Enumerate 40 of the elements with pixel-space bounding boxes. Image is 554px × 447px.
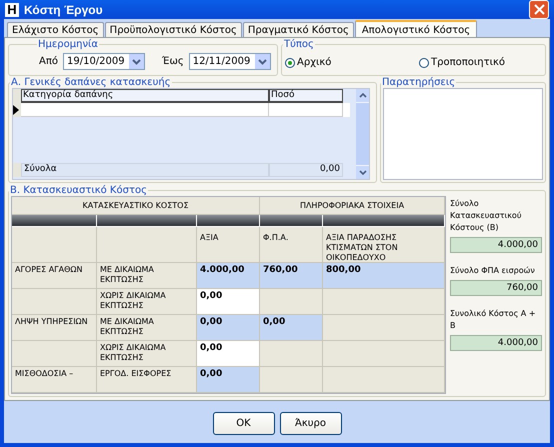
tab[interactable]: Ελάχιστο Κόστος (7, 22, 104, 38)
from-label: Από (39, 56, 58, 68)
to-label: Έως (162, 56, 184, 68)
date-picker[interactable]: 19/10/2009 (62, 53, 145, 70)
category-cell: ΜΙΣΘΟΔΟΣΙΑ – (12, 367, 97, 394)
group-title: Α. Γενικές δαπάνες κατασκευής (10, 77, 172, 88)
date-picker[interactable]: 12/11/2009 (188, 53, 271, 70)
group-title: Παρατηρήσεις (381, 77, 456, 88)
column-header[interactable]: Κατηγορία δαπάνης (21, 89, 269, 104)
dialog-button[interactable]: OK (212, 412, 274, 436)
summary-label: Σύνολο ΦΠΑ εισροών (450, 265, 536, 278)
tab[interactable]: Πραγματικό Κόστος (242, 22, 354, 38)
totals-value: 0,00 (269, 163, 343, 178)
dialog-button[interactable]: Άκυρο (280, 412, 342, 436)
value-field[interactable]: 0,00 (197, 341, 260, 368)
group-title: Β. Κατασκευαστικό Κόστος (9, 185, 148, 196)
window-title: Κόστη Έργου (24, 2, 104, 17)
summary-value: 4.000,00 (450, 237, 542, 254)
app-icon: H (5, 2, 19, 17)
value-cell: 0,00 (197, 315, 260, 342)
summary-label: Συνολικό Κόστος Α + Β (450, 308, 537, 332)
category-cell: ΛΗΨΗ ΥΠΗΡΕΣΙΩΝ (12, 315, 97, 342)
value-field[interactable]: 0,00 (197, 289, 260, 316)
category-cell: ΑΓΟΡΕΣ ΑΓΑΘΩΝ (12, 263, 97, 290)
radio-option[interactable]: Τροποποιητικό (419, 57, 505, 68)
group-title: Ημερομηνία (37, 39, 100, 50)
value-cell: 0,00 (260, 315, 323, 342)
tab[interactable]: Απολογιστικό Κόστος (354, 20, 478, 38)
summary-label: Σύνολο Κατασκευαστικού Κόστους (Β) (450, 198, 522, 234)
value-cell: 800,00 (323, 263, 445, 290)
totals-label: Σύνολα (21, 163, 269, 178)
group-title: Τύπος (283, 39, 315, 50)
summary-value: 760,00 (450, 280, 542, 296)
column-header[interactable]: Ποσό (269, 89, 343, 104)
value-cell: 4.000,00 (197, 263, 260, 290)
value-cell: 0,00 (197, 367, 260, 394)
tab[interactable]: Προϋπολογιστικό Κόστος (104, 22, 242, 38)
value-cell: 760,00 (260, 263, 323, 290)
radio-option[interactable]: Αρχικό (285, 57, 332, 68)
summary-value: 4.000,00 (450, 335, 542, 352)
